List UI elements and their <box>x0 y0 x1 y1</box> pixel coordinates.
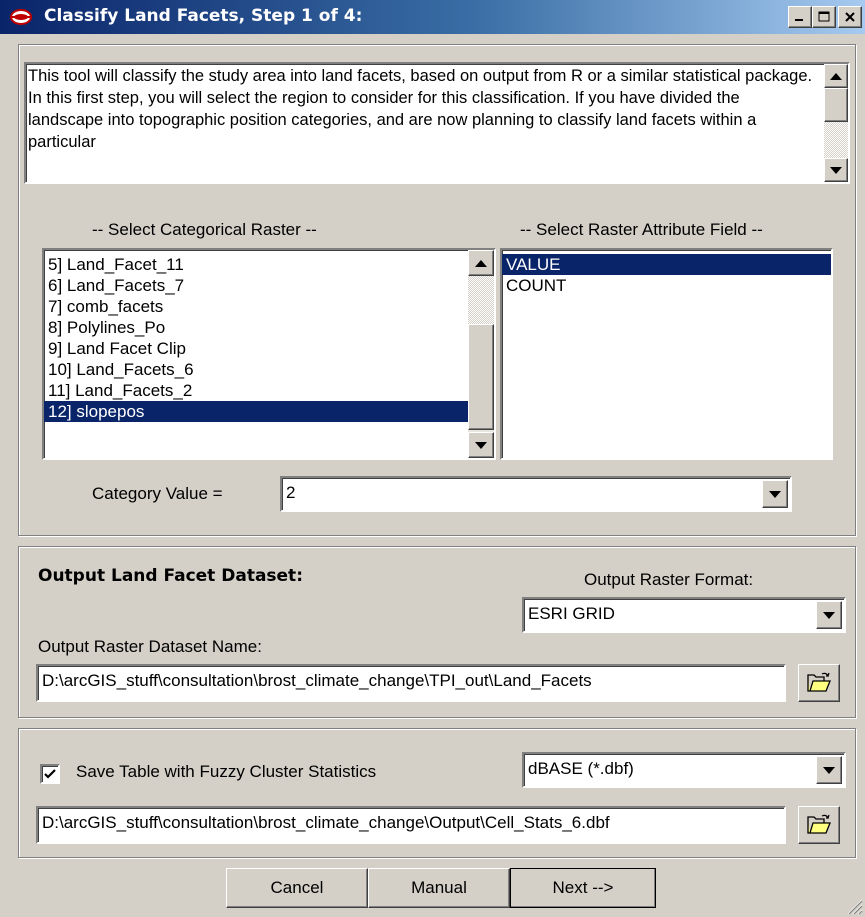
stats-path-text: D:\arcGIS_stuff\consultation\brost_clima… <box>42 813 610 832</box>
size-grip-icon[interactable] <box>845 897 863 915</box>
field-list[interactable]: VALUE COUNT <box>500 248 833 460</box>
minimize-button[interactable] <box>788 6 812 28</box>
window-title: Classify Land Facets, Step 1 of 4: <box>44 6 363 26</box>
output-name-input[interactable]: D:\arcGIS_stuff\consultation\brost_clima… <box>36 664 786 702</box>
save-stats-checkbox[interactable] <box>40 764 60 784</box>
category-value-text: 2 <box>286 483 296 502</box>
chevron-down-icon <box>823 611 835 619</box>
minimize-icon <box>795 19 803 21</box>
raster-list-item[interactable]: 9] Land Facet Clip <box>44 338 468 359</box>
arrow-up-icon <box>475 259 487 267</box>
output-format-text: ESRI GRID <box>528 604 615 623</box>
cancel-button[interactable]: Cancel <box>226 868 368 908</box>
raster-list-item[interactable]: 7] comb_facets <box>44 296 468 317</box>
manual-button[interactable]: Manual <box>368 868 510 908</box>
raster-list-item[interactable]: 10] Land_Facets_6 <box>44 359 468 380</box>
dropdown-arrow-button[interactable] <box>816 756 842 784</box>
chevron-down-icon <box>823 766 835 774</box>
table-format-dropdown[interactable]: dBASE (*.dbf) <box>522 752 846 788</box>
raster-list-item[interactable]: 5] Land_Facet_11 <box>44 254 468 275</box>
raster-list-item[interactable]: 12] slopepos <box>44 401 468 422</box>
scroll-thumb[interactable] <box>468 324 494 430</box>
maximize-button[interactable] <box>812 6 836 28</box>
stats-path-input[interactable]: D:\arcGIS_stuff\consultation\brost_clima… <box>36 806 786 844</box>
close-icon <box>845 12 855 22</box>
output-heading: Output Land Facet Dataset: <box>38 566 303 586</box>
open-folder-icon <box>807 672 831 692</box>
scroll-up-button[interactable] <box>468 250 494 276</box>
output-name-label: Output Raster Dataset Name: <box>38 637 262 656</box>
close-button[interactable] <box>838 6 862 28</box>
category-value-label: Category Value = <box>92 484 223 503</box>
output-format-dropdown[interactable]: ESRI GRID <box>522 597 846 633</box>
scroll-down-button[interactable] <box>468 432 494 458</box>
field-list-item[interactable]: COUNT <box>502 275 831 296</box>
browse-output-button[interactable] <box>798 664 840 702</box>
raster-list-item[interactable]: 8] Polylines_Po <box>44 317 468 338</box>
app-icon <box>10 9 32 25</box>
table-format-text: dBASE (*.dbf) <box>528 759 634 778</box>
open-folder-icon <box>807 814 831 834</box>
output-name-text: D:\arcGIS_stuff\consultation\brost_clima… <box>42 671 592 690</box>
arrow-down-icon <box>475 441 487 449</box>
next-button[interactable]: Next --> <box>510 868 656 908</box>
dropdown-arrow-button[interactable] <box>762 480 788 508</box>
maximize-icon <box>818 11 830 22</box>
chevron-down-icon <box>769 490 781 498</box>
raster-list-scrollbar[interactable] <box>468 250 494 458</box>
output-format-label: Output Raster Format: <box>584 570 754 589</box>
raster-list-item[interactable]: 6] Land_Facets_7 <box>44 275 468 296</box>
raster-list-item[interactable]: 11] Land_Facets_2 <box>44 380 468 401</box>
save-stats-label[interactable]: Save Table with Fuzzy Cluster Statistics <box>76 762 376 782</box>
checkmark-icon <box>44 769 56 779</box>
category-value-dropdown[interactable]: 2 <box>280 476 792 512</box>
dropdown-arrow-button[interactable] <box>816 601 842 629</box>
field-list-item[interactable]: VALUE <box>502 254 831 275</box>
field-list-header: -- Select Raster Attribute Field -- <box>520 220 763 239</box>
raster-list[interactable]: 5] Land_Facet_11 6] Land_Facets_7 7] comb_… <box>42 248 496 460</box>
browse-stats-button[interactable] <box>798 806 840 844</box>
title-bar[interactable]: Classify Land Facets, Step 1 of 4: <box>0 0 865 34</box>
scroll-track[interactable] <box>468 276 494 324</box>
raster-list-header: -- Select Categorical Raster -- <box>92 220 317 239</box>
